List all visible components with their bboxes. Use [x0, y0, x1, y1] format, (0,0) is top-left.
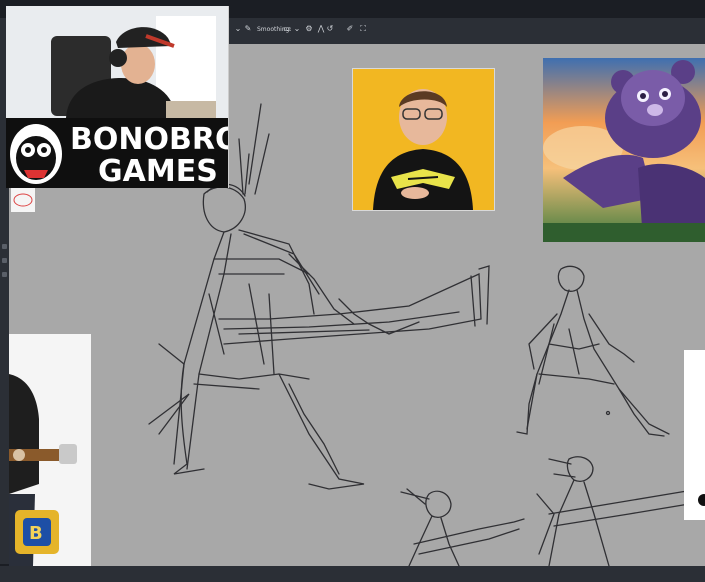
smoothing-dropdown[interactable]: ▭ — [282, 24, 292, 34]
svg-text:B: B — [29, 523, 43, 544]
webcam-overlay: BONOBROS GAMES — [6, 6, 229, 188]
rotate-icon[interactable]: ↺ — [325, 24, 335, 34]
gear-icon[interactable]: ⚙ — [304, 24, 314, 34]
tool-button[interactable] — [2, 258, 7, 263]
tool-button[interactable] — [2, 244, 7, 249]
logo-title: BONOBROS — [70, 122, 228, 157]
pen-pressure-icon[interactable]: ✎ — [243, 24, 253, 34]
chevron-down-icon[interactable]: ⌄ — [292, 24, 302, 34]
brush-cursor-icon — [11, 186, 35, 212]
tool-button[interactable] — [2, 272, 7, 277]
edge-reference-image — [698, 494, 705, 506]
status-bar — [0, 566, 705, 582]
portrait-image — [373, 89, 473, 210]
guitarist-image: B — [9, 374, 77, 566]
guitarist-reference[interactable]: B — [9, 334, 91, 566]
portrait-reference[interactable] — [352, 68, 495, 211]
bear-image — [543, 58, 705, 242]
edge-reference[interactable] — [684, 350, 705, 520]
bear-reference[interactable] — [543, 58, 705, 242]
pencil-tool-icon[interactable]: ✐ — [345, 24, 355, 34]
bonobros-logo-icon — [10, 124, 62, 184]
selection-tool-icon[interactable]: ⛶ — [358, 24, 368, 34]
brush-options-icon[interactable]: ⌄ — [233, 24, 243, 34]
drawing-app-window: ⌄ ✎ Smoothing: ▭ ⌄ ⚙ ⋀ ↺ ✐ ⛶ B BONOBR GA… — [0, 0, 705, 582]
logo-subtitle: GAMES — [98, 154, 218, 188]
